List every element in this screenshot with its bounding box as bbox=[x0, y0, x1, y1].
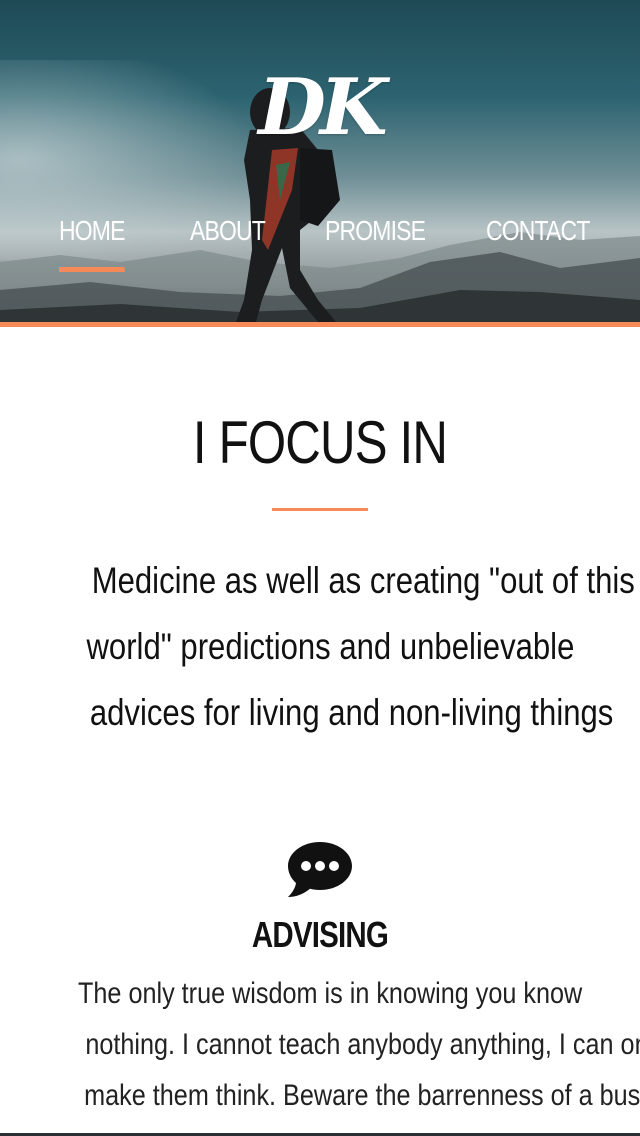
main-navigation: HOME ABOUT PROMISE CONTACT bbox=[0, 210, 640, 272]
focus-description-line: world" predictions and unbelievable bbox=[86, 626, 575, 667]
chat-bubble-icon bbox=[288, 842, 352, 897]
section-divider bbox=[272, 508, 368, 511]
nav-promise-link[interactable]: PROMISE bbox=[325, 210, 426, 272]
advising-text-line: make them think. Beware the barrenness o… bbox=[84, 1079, 640, 1112]
advising-heading: ADVISING bbox=[251, 914, 389, 955]
focus-description-line: Medicine as well as creating "out of thi… bbox=[91, 560, 635, 601]
site-logo[interactable]: DK bbox=[0, 62, 640, 153]
focus-heading: I FOCUS IN bbox=[192, 409, 448, 476]
advising-text-line: The only true wisdom is in knowing you k… bbox=[78, 977, 583, 1010]
nav-contact-link[interactable]: CONTACT bbox=[486, 210, 590, 272]
focus-description: Medicine as well as creating "out of thi… bbox=[40, 548, 634, 746]
focus-description-line: advices for living and non-living things bbox=[89, 692, 614, 733]
nav-home-link[interactable]: HOME bbox=[59, 210, 125, 272]
hero-background-image bbox=[0, 60, 640, 322]
advising-text-line: nothing. I cannot teach anybody anything… bbox=[85, 1028, 640, 1061]
header-accent-border bbox=[0, 322, 640, 327]
advising-text: The only true wisdom is in knowing you k… bbox=[30, 968, 640, 1121]
hero-header: DK HOME ABOUT PROMISE CONTACT bbox=[0, 0, 640, 322]
nav-about-link[interactable]: ABOUT bbox=[190, 210, 266, 272]
